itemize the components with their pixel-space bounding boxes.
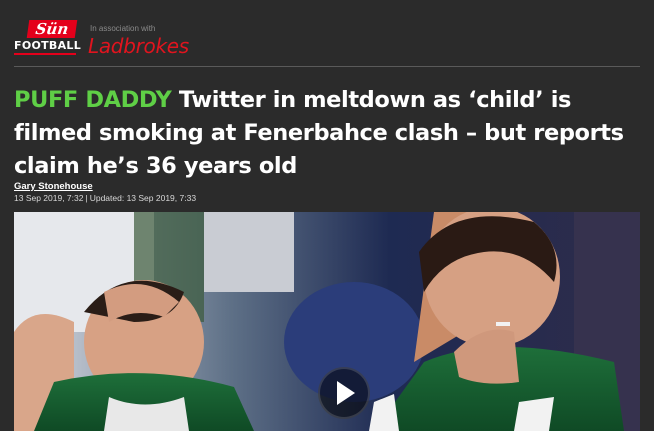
sun-logo-badge: Sün [26,20,78,38]
ladbrokes-logo[interactable]: Ladbrokes [88,34,189,58]
football-section-label: FOOTBALL [14,39,81,55]
header-divider [14,66,640,67]
sun-football-logo[interactable]: Sün FOOTBALL [14,20,81,58]
article-headline: PUFF DADDY Twitter in meltdown as ‘child… [14,84,640,183]
published-date: 13 Sep 2019, 7:32 [14,193,84,203]
headline-kicker: PUFF DADDY [14,87,172,113]
author-link[interactable]: Gary Stonehouse [14,181,93,192]
association-text: In association with [90,24,156,33]
site-header: Sün FOOTBALL In association with Ladbrok… [0,0,654,66]
video-player[interactable] [14,212,640,431]
updated-date: Updated: 13 Sep 2019, 7:33 [89,193,197,203]
play-icon [337,381,355,405]
dateline: 13 Sep 2019, 7:32 | Updated: 13 Sep 2019, … [14,193,196,203]
play-button[interactable] [318,367,370,419]
